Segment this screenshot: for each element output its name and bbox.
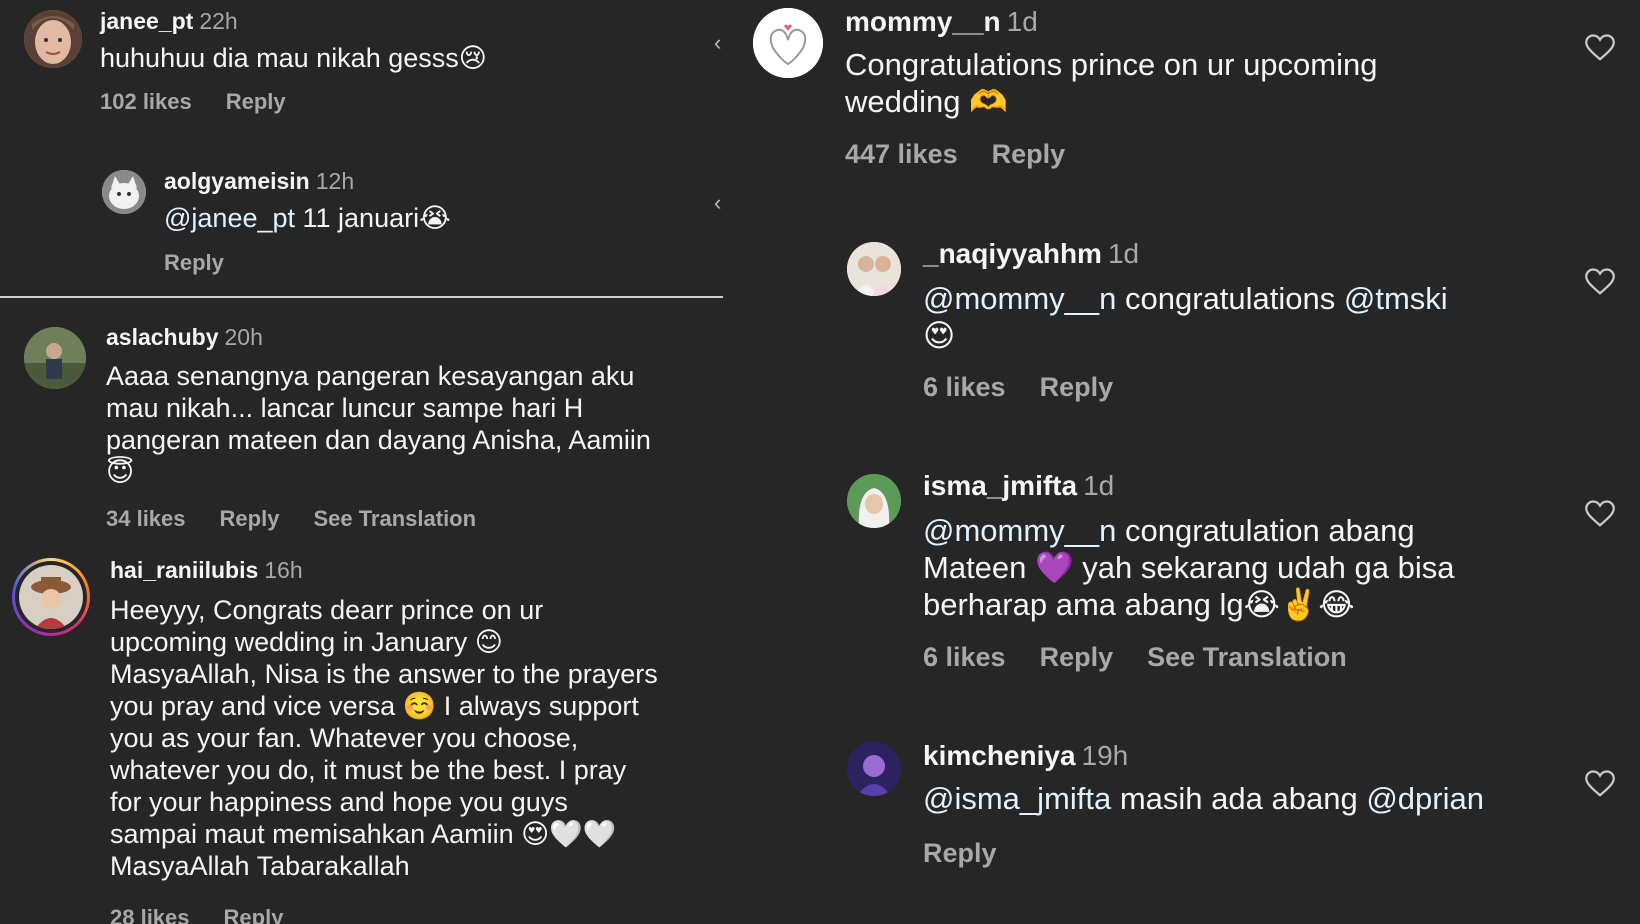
heart-icon[interactable] [1585, 34, 1615, 62]
heart-hands-avatar-icon [753, 8, 823, 78]
comment-header: isma_jmifta 1d [923, 470, 1114, 502]
reply-button[interactable]: Reply [923, 838, 997, 868]
avatar-kimcheniya[interactable] [847, 742, 901, 796]
likes-count[interactable]: 447 likes [845, 139, 958, 169]
heart-icon[interactable] [1585, 500, 1615, 528]
see-translation-button[interactable]: See Translation [313, 506, 476, 531]
couple-avatar-icon [847, 242, 901, 296]
username[interactable]: janee_pt [100, 8, 193, 34]
comment-actions: 28 likes Reply [110, 905, 317, 924]
chevron-left-icon[interactable]: ‹ [714, 30, 721, 56]
username[interactable]: _naqiyyahhm [923, 238, 1102, 269]
comment-text: @mommy__n congratulations @tmski 😍 [923, 280, 1448, 354]
comment-body: masih ada abang [1111, 781, 1367, 816]
timestamp: 22h [199, 8, 238, 34]
timestamp: 1d [1083, 470, 1115, 501]
story-ring-avatar-icon [19, 565, 83, 629]
comment-body: congratulations [1116, 281, 1344, 316]
timestamp: 1d [1107, 238, 1140, 269]
heart-icon[interactable] [1585, 268, 1615, 296]
story-ring [15, 561, 87, 633]
reply-button[interactable]: Reply [1040, 372, 1114, 402]
comment-body: 😍 [923, 318, 956, 353]
comment-text: huhuhuu dia mau nikah gesss😢 [100, 43, 487, 73]
likes-count[interactable]: 34 likes [106, 506, 186, 531]
elderly-woman-avatar-icon [24, 10, 82, 68]
comment-header: mommy__n 1d [845, 6, 1038, 38]
comment-header: aolgyameisin 12h [164, 168, 354, 195]
mention-link[interactable]: @tmski [1344, 281, 1448, 316]
comment-header: _naqiyyahhm 1d [923, 238, 1139, 270]
username[interactable]: mommy__n [845, 6, 1001, 37]
reply-button[interactable]: Reply [224, 905, 284, 924]
likes-count[interactable]: 6 likes [923, 372, 1006, 402]
mention-link[interactable]: @janee_pt [164, 203, 295, 233]
reply-button[interactable]: Reply [226, 89, 286, 114]
reply-button[interactable]: Reply [1040, 642, 1114, 672]
avatar-janee-pt[interactable] [24, 10, 82, 68]
comment-text: Aaaa senangnya pangeran kesayangan aku m… [106, 361, 651, 487]
comment-header: janee_pt 22h [100, 8, 238, 35]
reply-button[interactable]: Reply [164, 250, 224, 275]
comment-header: aslachuby 20h [106, 324, 263, 351]
comment-body: 11 januari😭 [295, 203, 451, 233]
reply-button[interactable]: Reply [992, 139, 1066, 169]
mention-link[interactable]: @dprian [1366, 781, 1484, 816]
timestamp: 20h [224, 324, 263, 350]
comment-text: Heeyyy, Congrats dearr prince on ur upco… [110, 595, 658, 881]
timestamp: 16h [264, 557, 303, 583]
comment-text: Congratulations prince on ur upcoming we… [845, 47, 1378, 119]
reply-button[interactable]: Reply [220, 506, 280, 531]
mention-link[interactable]: @mommy__n [923, 281, 1116, 316]
comment-actions: 6 likes Reply See Translation [923, 642, 1381, 673]
comment-actions: 34 likes Reply See Translation [106, 506, 510, 532]
comment-actions: Reply [923, 838, 1031, 869]
left-comments-panel: janee_pt 22h huhuhuu dia mau nikah gesss😢… [0, 0, 723, 924]
timestamp: 12h [315, 168, 355, 194]
avatar-naqiyyahhm[interactable] [847, 242, 901, 296]
timestamp: 19h [1081, 740, 1129, 771]
avatar-isma-jmifta[interactable] [847, 474, 901, 528]
likes-count[interactable]: 28 likes [110, 905, 190, 924]
right-comments-panel: mommy__n 1d Congratulations prince on ur … [723, 0, 1640, 924]
username[interactable]: isma_jmifta [923, 470, 1077, 501]
likes-count[interactable]: 6 likes [923, 642, 1006, 672]
avatar-mommy-n[interactable] [753, 8, 823, 78]
comment-text: @mommy__n congratulation abang Mateen 💜 … [923, 512, 1455, 623]
timestamp: 1d [1006, 6, 1038, 37]
heart-icon[interactable] [1585, 770, 1615, 798]
comment-header: kimcheniya 19h [923, 740, 1128, 772]
username[interactable]: aslachuby [106, 324, 219, 350]
divider [0, 296, 723, 298]
cat-avatar-icon [102, 170, 146, 214]
comment-text: @janee_pt 11 januari😭 [164, 202, 451, 234]
avatar-aslachuby[interactable] [24, 327, 86, 389]
comment-actions: Reply [164, 250, 258, 276]
purple-avatar-icon [847, 742, 901, 796]
username[interactable]: hai_raniilubis [110, 557, 258, 583]
avatar-hai-raniilubis[interactable] [12, 558, 90, 636]
chevron-left-icon[interactable]: ‹ [714, 190, 721, 216]
mention-link[interactable]: @mommy__n [923, 513, 1116, 548]
username[interactable]: kimcheniya [923, 740, 1076, 771]
comment-actions: 102 likes Reply [100, 89, 320, 115]
comment-actions: 6 likes Reply [923, 372, 1147, 403]
avatar-aolgyameisin[interactable] [102, 170, 146, 214]
hijab-avatar-icon [847, 474, 901, 528]
comment-actions: 447 likes Reply [845, 139, 1099, 170]
see-translation-button[interactable]: See Translation [1147, 642, 1347, 672]
likes-count[interactable]: 102 likes [100, 89, 192, 114]
mention-link[interactable]: @isma_jmifta [923, 781, 1111, 816]
photo-avatar-icon [24, 327, 86, 389]
comment-header: hai_raniilubis 16h [110, 557, 303, 584]
username[interactable]: aolgyameisin [164, 168, 310, 194]
comment-text: @isma_jmifta masih ada abang @dprian [923, 780, 1484, 817]
